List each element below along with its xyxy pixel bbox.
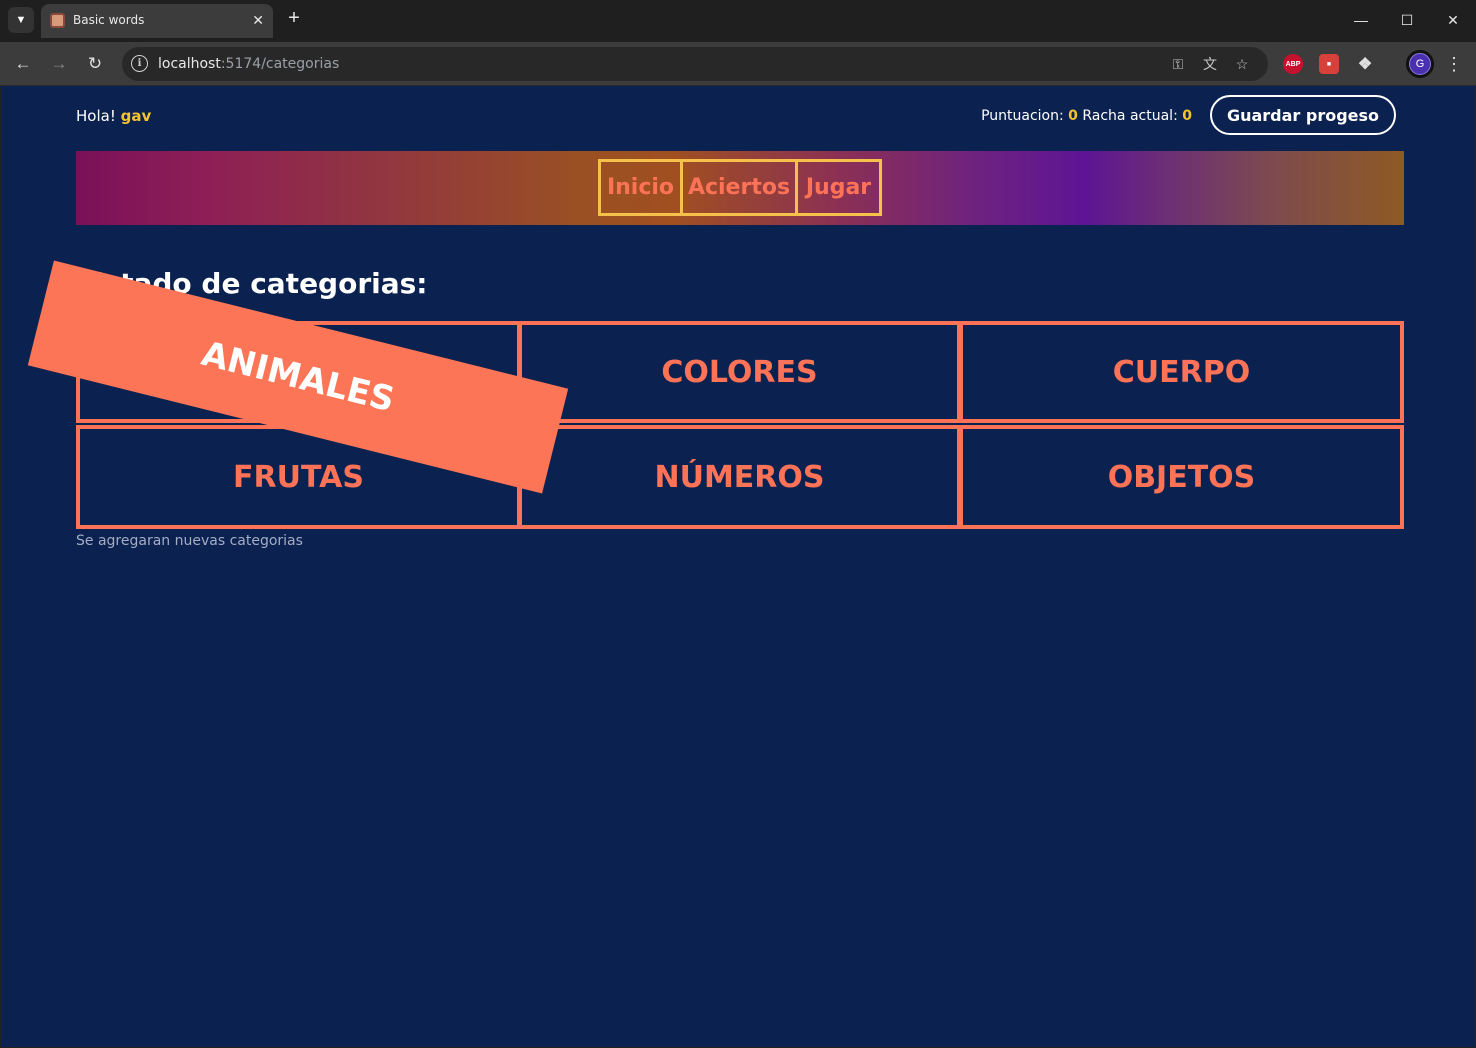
- greeting: Hola! gav: [76, 107, 151, 125]
- url-path: :5174/categorias: [220, 56, 340, 72]
- new-tab-plus-icon[interactable]: +: [282, 7, 306, 31]
- extensions-puzzle-icon[interactable]: ❖: [1355, 54, 1375, 74]
- address-bar[interactable]: i localhost:5174/categorias ⚿ 文 ☆: [122, 47, 1268, 81]
- category-card-numeros[interactable]: NÚMEROS: [518, 425, 961, 529]
- category-card-cuerpo[interactable]: CUERPO: [959, 321, 1404, 423]
- minimize-window-icon[interactable]: —: [1338, 0, 1384, 40]
- forward-arrow-icon[interactable]: →: [46, 51, 72, 77]
- nav-link-aciertos[interactable]: Aciertos: [680, 159, 798, 216]
- tab-title: Basic words: [73, 13, 145, 27]
- greeting-label: Hola!: [76, 107, 116, 125]
- score-value: 0: [1068, 108, 1078, 124]
- adblock-label: ABP: [1285, 60, 1301, 68]
- score-panel: Puntuacion: 0 Racha actual: 0: [981, 108, 1192, 124]
- main-navbar: Inicio Aciertos Jugar: [76, 151, 1404, 225]
- browser-toolbar: ← → ↻ i localhost:5174/categorias ⚿ 文 ☆ …: [0, 42, 1476, 86]
- score-label: Puntuacion:: [981, 108, 1064, 124]
- reload-icon[interactable]: ↻: [82, 51, 108, 77]
- bookmark-star-icon[interactable]: ☆: [1232, 54, 1252, 74]
- nav-link-inicio[interactable]: Inicio: [598, 159, 683, 216]
- categories-note: Se agregaran nuevas categorias: [76, 533, 303, 549]
- category-card-colores[interactable]: COLORES: [518, 321, 961, 423]
- site-info-icon[interactable]: i: [131, 55, 148, 72]
- username: gav: [120, 107, 152, 125]
- favicon-icon: [50, 13, 65, 28]
- password-key-icon[interactable]: ⚿: [1168, 54, 1188, 74]
- adblock-extension-icon[interactable]: ABP: [1283, 54, 1303, 74]
- browser-tab[interactable]: Basic words ✕: [41, 4, 273, 38]
- extension-icon[interactable]: ■: [1319, 54, 1339, 74]
- url-text[interactable]: localhost:5174/categorias: [158, 56, 339, 72]
- browser-menu-icon[interactable]: ⋮: [1444, 52, 1464, 76]
- browser-tab-strip: ▼ Basic words ✕ + — ☐ ✕: [0, 0, 1476, 42]
- close-tab-icon[interactable]: ✕: [252, 10, 264, 30]
- streak-value: 0: [1182, 108, 1192, 124]
- profile-initial: G: [1409, 53, 1431, 75]
- nav-link-jugar[interactable]: Jugar: [795, 159, 882, 216]
- url-host: localhost: [158, 56, 221, 72]
- maximize-window-icon[interactable]: ☐: [1384, 0, 1430, 40]
- back-arrow-icon[interactable]: ←: [10, 51, 36, 77]
- category-card-objetos[interactable]: OBJETOS: [959, 425, 1404, 529]
- save-progress-button[interactable]: Guardar progeso: [1210, 95, 1396, 135]
- streak-label: Racha actual:: [1082, 108, 1178, 124]
- profile-avatar[interactable]: G: [1406, 50, 1434, 78]
- nav-links: Inicio Aciertos Jugar: [598, 159, 882, 216]
- page-content: Hola! gav Puntuacion: 0 Racha actual: 0 …: [0, 87, 1476, 1048]
- translate-icon[interactable]: 文: [1200, 54, 1220, 74]
- tab-search-chevron-icon[interactable]: ▼: [8, 7, 34, 33]
- close-window-icon[interactable]: ✕: [1430, 0, 1476, 40]
